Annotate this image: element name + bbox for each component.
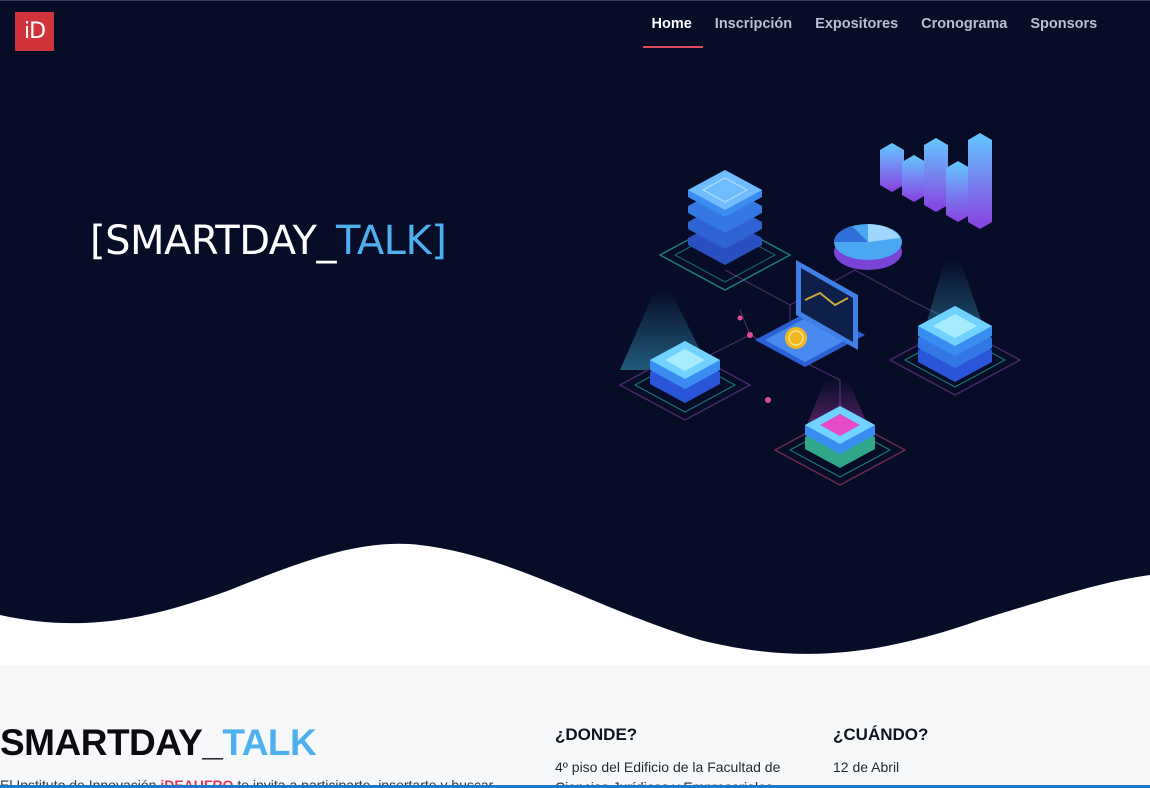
- nav-item-sponsors[interactable]: Sponsors: [1019, 0, 1109, 48]
- event-title-accent: TALK: [222, 722, 317, 763]
- event-title: SMARTDAY_TALK: [0, 722, 317, 764]
- where-text: 4º piso del Edificio de la Facultad de C…: [555, 759, 781, 788]
- where-heading: ¿DONDE?: [555, 725, 638, 744]
- network-node: [737, 315, 743, 321]
- laptop: [755, 260, 865, 367]
- isometric-data-illustration: [618, 133, 1022, 486]
- server-stack-right: [888, 260, 1022, 396]
- when-heading: ¿CUÁNDO?: [833, 725, 929, 744]
- site-logo[interactable]: iD: [15, 12, 54, 51]
- event-title-main: SMARTDAY_: [0, 722, 223, 763]
- server-stack-bottom: [773, 380, 907, 486]
- pie-chart-3d: [833, 224, 902, 270]
- network-node: [747, 332, 753, 338]
- bar-chart-3d: [880, 133, 992, 229]
- main-nav: Home Inscripción Expositores Cronograma …: [640, 0, 1109, 60]
- hero-title: [SMARTDAY_TALK]: [90, 218, 447, 264]
- hero-wave-divider: [0, 543, 1150, 665]
- nav-item-home[interactable]: Home: [640, 0, 704, 48]
- hero-section: iD Home Inscripción Expositores Cronogra…: [0, 0, 1150, 665]
- hero-title-accent: TALK]: [335, 218, 447, 264]
- nav-item-inscripcion[interactable]: Inscripción: [703, 0, 803, 48]
- network-node: [765, 397, 771, 403]
- hero-title-main: [SMARTDAY_: [90, 218, 336, 264]
- nav-item-cronograma[interactable]: Cronograma: [910, 0, 1019, 48]
- server-stack-left: [618, 290, 752, 421]
- event-info-section: SMARTDAY_TALK El Instituto de Innovación…: [0, 665, 1150, 788]
- nav-item-expositores[interactable]: Expositores: [804, 0, 910, 48]
- when-text: 12 de Abril: [833, 759, 900, 775]
- server-stack-top: [658, 170, 792, 291]
